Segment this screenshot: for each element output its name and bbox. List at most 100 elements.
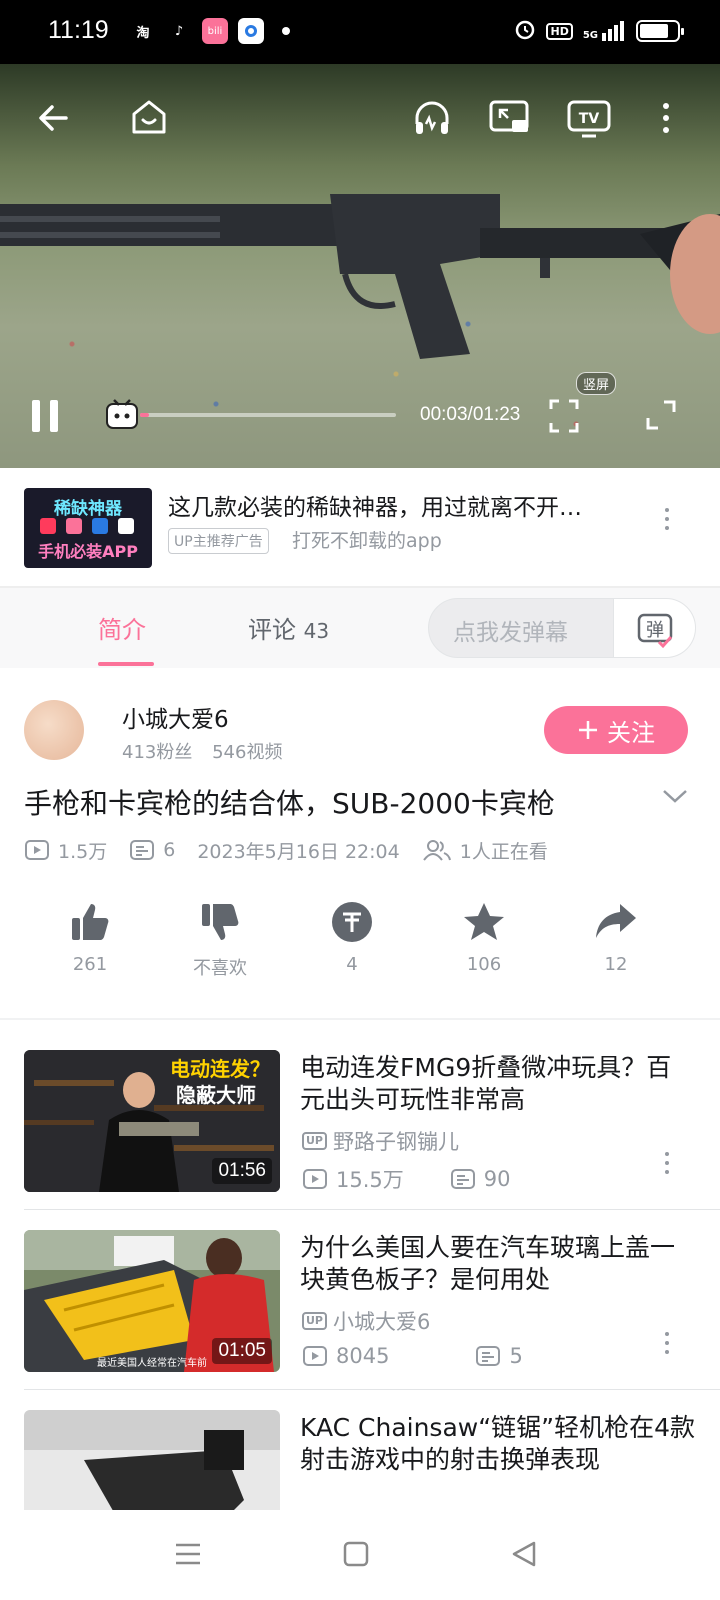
related-video-item[interactable]: KAC Chainsaw“链锯”轻机枪在4款射击游戏中的射击换弹表现 — [0, 1390, 720, 1510]
home-nav-button[interactable] — [342, 1540, 370, 1572]
danmaku-settings-button[interactable]: 弹 — [613, 599, 695, 657]
thumbs-up-icon — [72, 904, 109, 940]
taobao-icon: 淘 — [136, 25, 150, 41]
vertical-screen-button[interactable] — [548, 398, 580, 434]
uploader-avatar[interactable] — [24, 700, 84, 760]
related-uploader: UP 野路子钢镚儿 — [302, 1126, 459, 1156]
video-player[interactable]: TV 00:03/01:23 竖屏 — [0, 64, 720, 468]
app-icon — [40, 518, 56, 534]
related-danmaku: 5 — [475, 1344, 523, 1368]
ad-title: 这几款必装的稀缺神器，用过就离不开… — [168, 495, 582, 521]
related-video-item[interactable]: 最近美国人经常在汽车前 01:05 为什么美国人要在汽车玻璃上盖一块黄色板子？是… — [0, 1210, 720, 1390]
alarm-icon — [514, 18, 536, 44]
like-count: 261 — [72, 954, 108, 975]
ad-subtitle: 打死不卸载的app — [292, 530, 442, 552]
progress-handle[interactable] — [104, 398, 140, 430]
ad-card[interactable]: 稀缺神器 手机必装APP 这几款必装的稀缺神器，用过就离不开… UP主推荐广告 … — [0, 468, 720, 586]
app-icon — [66, 518, 82, 534]
related-views: 15.5万 — [302, 1164, 404, 1194]
video-frame-gun — [0, 194, 720, 359]
related-title: KAC Chainsaw“链锯”轻机枪在4款射击游戏中的射击换弹表现 — [300, 1413, 696, 1474]
publish-date: 2023年5月16日 22:04 — [197, 840, 400, 863]
share-icon — [596, 904, 636, 938]
video-duration: 01:05 — [212, 1338, 272, 1364]
favorite-button[interactable]: 106 — [424, 900, 544, 975]
back-nav-button[interactable] — [510, 1540, 538, 1572]
tab-comments[interactable]: 评论 43 — [248, 610, 329, 645]
like-button[interactable]: 261 — [30, 900, 150, 975]
share-count: 12 — [604, 954, 628, 975]
browser-icon — [238, 18, 264, 44]
pause-button[interactable] — [28, 398, 62, 434]
status-bar: 11:19 淘 ♪ bili HD 5G — [0, 0, 720, 64]
menu-button[interactable] — [174, 1540, 202, 1572]
back-arrow-icon — [39, 105, 68, 131]
danmaku-count-icon — [450, 1169, 475, 1189]
chevron-down-icon — [663, 790, 687, 803]
system-nav-bar — [0, 1510, 720, 1600]
status-right: HD 5G — [514, 18, 684, 44]
back-button[interactable] — [36, 100, 72, 136]
plus-icon — [579, 721, 597, 739]
triangle-back-icon — [512, 1541, 536, 1567]
cast-tv-button[interactable]: TV — [566, 98, 612, 138]
related-more-button[interactable] — [664, 1152, 670, 1174]
videos-count: 546视频 — [212, 742, 283, 763]
expand-button[interactable] — [662, 788, 688, 808]
listen-mode-button[interactable] — [412, 98, 452, 138]
related-video-item[interactable]: 电动连发？ 隐蔽大师 01:56 电动连发FMG9折叠微冲玩具？百元出头可玩性非… — [0, 1030, 720, 1210]
ad-thumbnail: 稀缺神器 手机必装APP — [24, 488, 152, 568]
video-thumbnail: 电动连发？ 隐蔽大师 01:56 — [24, 1050, 280, 1192]
tv-icon: TV — [567, 100, 611, 138]
play-count-icon — [25, 840, 49, 860]
viewers-icon — [422, 840, 451, 861]
share-button[interactable]: 12 — [556, 900, 676, 975]
star-icon — [464, 903, 504, 940]
more-vertical-icon — [663, 103, 669, 133]
video-thumbnail — [24, 1410, 280, 1510]
coin-button[interactable]: 4 — [292, 900, 412, 975]
pip-button[interactable] — [488, 98, 532, 138]
danmaku-count-icon — [130, 840, 155, 860]
video-meta: 1.5万 6 2023年5月16日 22:04 1人正在看 — [24, 836, 570, 864]
thumbnail-image — [24, 1410, 280, 1510]
pause-icon — [32, 400, 58, 432]
video-thumbnail: 最近美国人经常在汽车前 01:05 — [24, 1230, 280, 1372]
coin-icon — [332, 902, 372, 942]
fullscreen-button[interactable] — [644, 398, 678, 432]
follow-button[interactable]: 关注 — [544, 706, 688, 754]
related-stats: 8045 5 — [302, 1344, 551, 1368]
danmaku-input[interactable]: 点我发弹幕 弹 — [428, 598, 696, 658]
ad-tag: UP主推荐广告 — [168, 528, 269, 554]
tab-comments-label: 评论 — [248, 616, 296, 644]
danmaku-count: 6 — [129, 839, 175, 861]
video-duration: 01:56 — [212, 1158, 272, 1184]
action-bar: 261 不喜欢 4 106 12 — [24, 900, 696, 980]
progress-fill — [140, 413, 150, 417]
fullscreen-icon — [646, 400, 676, 430]
dislike-button[interactable]: 不喜欢 — [160, 900, 280, 980]
related-title: 为什么美国人要在汽车玻璃上盖一块黄色板子？是何用处 — [300, 1233, 676, 1294]
home-button[interactable] — [128, 96, 170, 138]
danmaku-count-icon — [476, 1346, 501, 1366]
uploader-name[interactable]: 小城大爱6 — [122, 700, 229, 734]
follow-label: 关注 — [607, 718, 655, 747]
tab-intro[interactable]: 简介 — [98, 610, 146, 645]
menu-icon — [176, 1543, 200, 1565]
progress-bar[interactable] — [140, 413, 396, 417]
favorite-count: 106 — [466, 954, 502, 975]
watching-count: 1人正在看 — [422, 837, 548, 864]
app-icon — [92, 518, 108, 534]
status-time: 11:19 — [48, 16, 109, 44]
play-count-icon — [303, 1169, 327, 1189]
related-stats: 15.5万 90 — [302, 1164, 539, 1194]
tiktok-icon: ♪ — [174, 23, 184, 39]
more-options-button[interactable] — [658, 100, 674, 136]
related-more-button[interactable] — [664, 1332, 670, 1354]
view-count: 1.5万 — [24, 837, 107, 864]
fans-count: 413粉丝 — [122, 742, 193, 763]
danmaku-icon: 弹 — [637, 613, 672, 649]
tab-bar: 简介 评论 43 点我发弹幕 弹 — [0, 586, 720, 668]
ad-more-button[interactable] — [664, 508, 670, 530]
svg-text:TV: TV — [579, 111, 600, 127]
